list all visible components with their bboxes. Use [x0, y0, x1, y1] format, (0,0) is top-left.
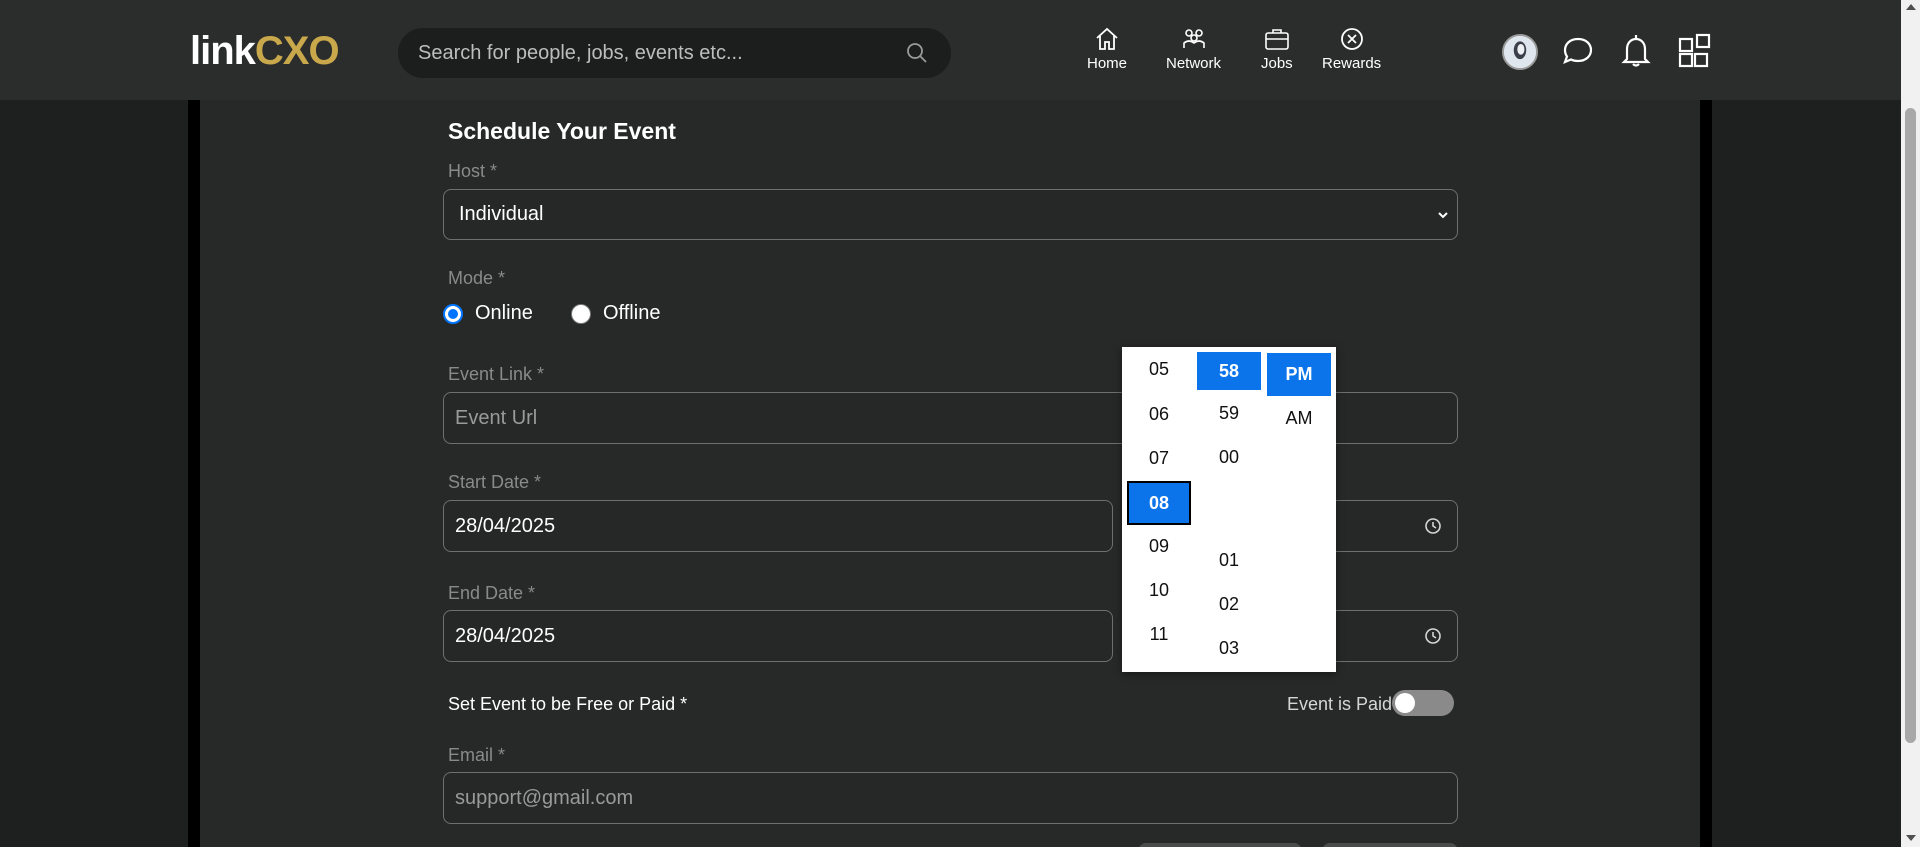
event-link-placeholder: Event Url — [455, 406, 538, 429]
chat-icon[interactable] — [1560, 33, 1596, 69]
host-label: Host * — [448, 161, 498, 181]
mode-offline-option[interactable]: Offline — [571, 302, 660, 325]
host-select[interactable]: Individual — [443, 189, 1458, 240]
start-date-input[interactable]: 28/04/2025 — [443, 500, 1113, 552]
toggle-knob — [1395, 693, 1415, 713]
submit-button[interactable] — [1322, 843, 1458, 847]
nav-label-rewards: Rewards — [1322, 55, 1382, 72]
email-label: Email * — [448, 745, 506, 765]
mode-online-option[interactable]: Online — [443, 302, 533, 325]
scroll-down-arrow-icon[interactable] — [1906, 835, 1916, 841]
end-date-label: End Date * — [448, 583, 536, 603]
nav-home[interactable]: Home — [1087, 26, 1127, 72]
minute-option[interactable]: 03 — [1197, 628, 1261, 668]
scrollbar-thumb[interactable] — [1905, 108, 1916, 743]
frame-left — [188, 100, 200, 847]
briefcase-icon — [1265, 29, 1289, 50]
nav-rewards[interactable]: Rewards — [1322, 26, 1381, 72]
offline-label: Offline — [603, 302, 661, 324]
end-date-value: 28/04/2025 — [455, 624, 556, 647]
period-option[interactable]: AM — [1267, 398, 1331, 438]
avatar[interactable] — [1502, 34, 1538, 70]
top-header: linkCXO Home Network Jobs Rewards — [0, 0, 1901, 100]
hour-option[interactable]: 05 — [1127, 349, 1191, 389]
rewards-icon — [1340, 28, 1363, 50]
free-paid-label: Set Event to be Free or Paid * — [448, 694, 688, 714]
host-value: Individual — [459, 203, 544, 225]
email-input[interactable]: support@gmail.com — [443, 772, 1458, 824]
apps-grid-icon[interactable] — [1677, 33, 1713, 69]
hour-option[interactable]: 09 — [1127, 526, 1191, 566]
chevron-down-icon — [1438, 212, 1448, 219]
hour-option[interactable]: 06 — [1127, 394, 1191, 434]
frame-right — [1700, 100, 1712, 847]
period-option-selected[interactable]: PM — [1267, 353, 1331, 396]
hour-option[interactable]: 10 — [1127, 570, 1191, 610]
online-radio[interactable] — [443, 303, 463, 324]
bell-icon[interactable] — [1618, 33, 1654, 69]
event-is-paid-label: Event is Paid — [1287, 694, 1393, 714]
end-date-input[interactable]: 28/04/2025 — [443, 610, 1113, 662]
mode-label: Mode * — [448, 268, 506, 288]
email-placeholder: support@gmail.com — [455, 786, 634, 809]
page-scrollbar[interactable] — [1901, 0, 1920, 847]
nav-label-jobs: Jobs — [1261, 55, 1293, 72]
search-icon[interactable] — [905, 41, 929, 65]
event-link-label: Event Link * — [448, 364, 545, 384]
form-title: Schedule Your Event — [448, 118, 676, 144]
minute-option[interactable]: 59 — [1197, 393, 1261, 433]
offline-radio[interactable] — [571, 303, 591, 324]
home-icon — [1096, 27, 1118, 50]
search-input[interactable] — [418, 41, 878, 65]
clock-icon[interactable] — [1423, 516, 1443, 536]
hour-option-selected[interactable]: 08 — [1127, 481, 1191, 525]
nav-network[interactable]: Network — [1166, 26, 1221, 72]
nav-label-home: Home — [1087, 55, 1128, 72]
event-paid-toggle[interactable] — [1392, 690, 1454, 716]
online-label: Online — [475, 302, 533, 324]
start-date-label: Start Date * — [448, 472, 542, 492]
minute-option[interactable]: 01 — [1197, 540, 1261, 580]
nav-label-network: Network — [1166, 55, 1222, 72]
search-bar[interactable] — [398, 28, 951, 78]
nav-jobs[interactable]: Jobs — [1261, 26, 1293, 72]
minute-option[interactable]: 00 — [1197, 437, 1261, 477]
start-date-value: 28/04/2025 — [455, 514, 556, 537]
hour-option[interactable]: 07 — [1127, 438, 1191, 478]
avatar-image — [1504, 36, 1536, 68]
scroll-up-arrow-icon[interactable] — [1906, 4, 1916, 10]
time-picker-dropdown: 05 06 07 08 09 10 11 58 59 00 01 02 03 P… — [1122, 347, 1336, 672]
minute-option-selected[interactable]: 58 — [1197, 352, 1261, 390]
network-icon — [1182, 29, 1205, 48]
cancel-button[interactable] — [1138, 843, 1302, 847]
minute-option[interactable]: 02 — [1197, 584, 1261, 624]
linkcxo-logo[interactable]: link CXO — [190, 29, 340, 73]
clock-icon[interactable] — [1423, 626, 1443, 646]
hour-option[interactable]: 11 — [1127, 614, 1191, 654]
